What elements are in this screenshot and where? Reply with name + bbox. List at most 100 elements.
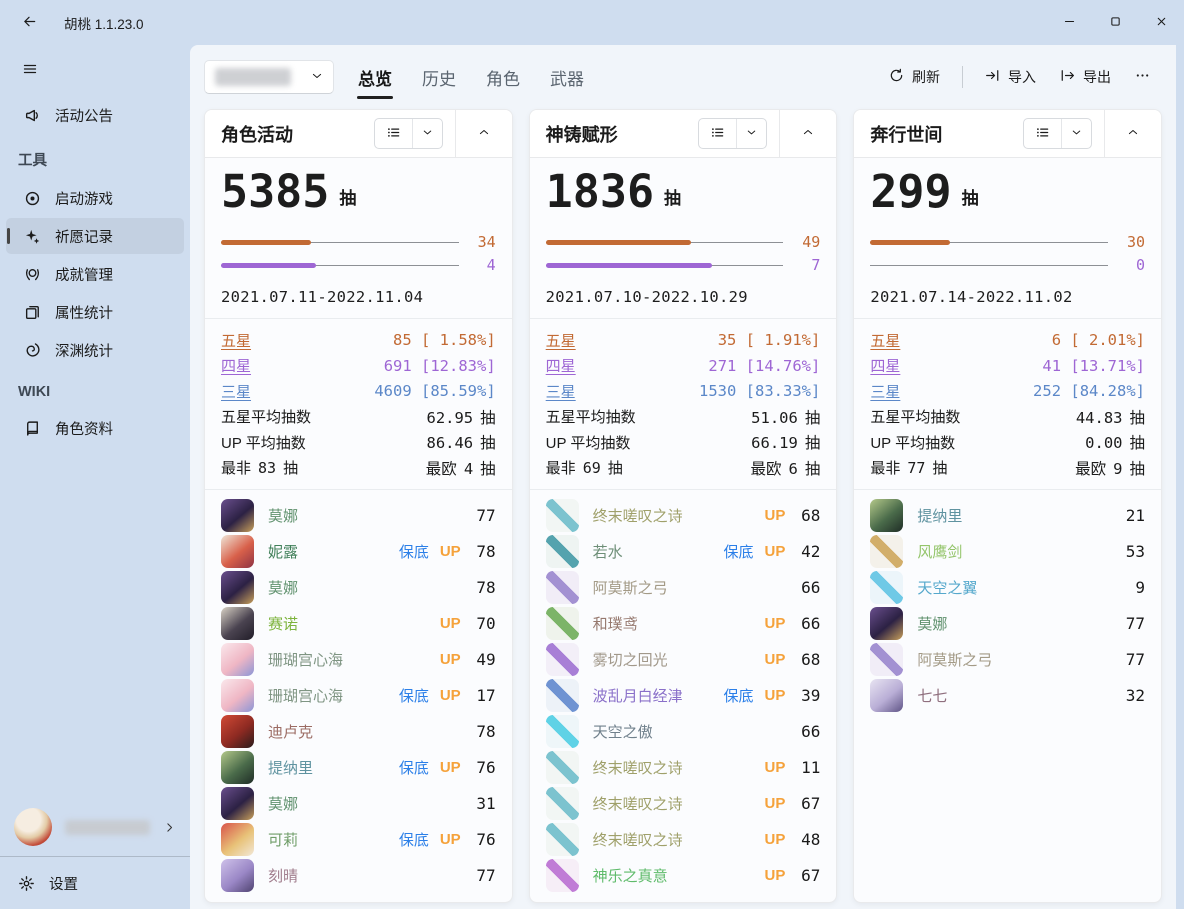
sidebar-item-settings[interactable]: 设置 bbox=[0, 857, 190, 909]
pity-bar-fill bbox=[221, 263, 316, 268]
pull-item-row: 终末嗟叹之诗 UP 48 bbox=[546, 822, 821, 858]
item-name: 莫娜 bbox=[268, 577, 298, 598]
chevron-down-icon bbox=[746, 126, 757, 141]
close-icon bbox=[1155, 15, 1168, 31]
settings-label: 设置 bbox=[49, 873, 78, 894]
up-badge: UP bbox=[765, 507, 786, 524]
five-star-stat-row: 五星 85 [ 1.58%] bbox=[221, 328, 496, 354]
sidebar-item-achievements[interactable]: 成就管理 bbox=[6, 256, 184, 292]
up-badge: UP bbox=[765, 687, 786, 704]
collapse-button[interactable] bbox=[790, 118, 826, 149]
list-view-button[interactable] bbox=[375, 119, 412, 148]
collapse-button[interactable] bbox=[466, 118, 502, 149]
tab-character[interactable]: 角色 bbox=[484, 59, 522, 96]
pull-count: 21 bbox=[1121, 506, 1145, 525]
back-button[interactable] bbox=[10, 7, 48, 39]
back-arrow-icon bbox=[22, 14, 37, 32]
pull-item-row: 和璞鸢 UP 66 bbox=[546, 606, 821, 642]
five-star-link[interactable]: 五星 bbox=[221, 330, 251, 351]
five-star-link[interactable]: 五星 bbox=[870, 330, 900, 351]
item-name: 神乐之真意 bbox=[593, 865, 668, 886]
menu-toggle-button[interactable] bbox=[12, 53, 48, 87]
four-star-pity-bar: 4 bbox=[221, 254, 496, 277]
import-button[interactable]: 导入 bbox=[975, 60, 1046, 94]
four-star-stat-row: 四星 271 [14.76%] bbox=[546, 353, 821, 379]
item-name: 和璞鸢 bbox=[593, 613, 638, 634]
list-mode-split-button[interactable] bbox=[1023, 118, 1092, 149]
worst-pull: 最非77抽 bbox=[870, 457, 947, 478]
close-button[interactable] bbox=[1138, 0, 1184, 45]
pull-history-list[interactable]: 莫娜 77 妮露 保底 UP 78 莫娜 78 赛诺 UP 70 珊瑚 bbox=[205, 489, 512, 902]
item-avatar bbox=[546, 751, 579, 784]
item-name: 赛诺 bbox=[268, 613, 298, 634]
up-badge: UP bbox=[440, 615, 461, 632]
maximize-button[interactable] bbox=[1092, 0, 1138, 45]
sidebar-item-abyss-stats[interactable]: 深渊统计 bbox=[6, 332, 184, 368]
card-weapon-event: 神铸赋形 1836 抽 49 bbox=[529, 109, 838, 903]
uid-selector[interactable] bbox=[204, 60, 334, 94]
summary-section: 1836 抽 49 7 2021.07.10-2022.10.29 bbox=[530, 158, 837, 318]
four-star-link[interactable]: 四星 bbox=[221, 355, 251, 376]
four-star-pity-value: 4 bbox=[468, 256, 496, 274]
item-name: 刻晴 bbox=[268, 865, 298, 886]
list-mode-split-button[interactable] bbox=[374, 118, 443, 149]
pull-item-row: 妮露 保底 UP 78 bbox=[221, 534, 496, 570]
sidebar-nav: 活动公告 工具 启动游戏 祈愿记录 成就管理 属性统计 深渊统计 WIKI 角色… bbox=[0, 95, 190, 448]
user-profile[interactable] bbox=[0, 798, 190, 856]
item-avatar bbox=[870, 643, 903, 676]
sidebar-item-announcements[interactable]: 活动公告 bbox=[6, 97, 184, 133]
chevron-up-icon bbox=[478, 126, 490, 141]
up-badge: UP bbox=[440, 543, 461, 560]
pull-history-list[interactable]: 终末嗟叹之诗 UP 68 若水 保底 UP 42 阿莫斯之弓 66 和璞鸢 UP… bbox=[530, 489, 837, 902]
five-star-link[interactable]: 五星 bbox=[546, 330, 576, 351]
list-mode-split-button[interactable] bbox=[698, 118, 767, 149]
refresh-button[interactable]: 刷新 bbox=[879, 60, 950, 94]
list-mode-dropdown-button[interactable] bbox=[413, 119, 442, 148]
list-view-button[interactable] bbox=[699, 119, 736, 148]
four-star-link[interactable]: 四星 bbox=[546, 355, 576, 376]
import-label: 导入 bbox=[1008, 67, 1036, 87]
tab-weapon[interactable]: 武器 bbox=[548, 59, 586, 96]
item-name: 珊瑚宫心海 bbox=[268, 649, 343, 670]
five-star-pity-value: 49 bbox=[792, 233, 820, 251]
collapse-button[interactable] bbox=[1115, 118, 1151, 149]
four-star-pity-value: 0 bbox=[1117, 256, 1145, 274]
guarantee-badge: 保底 bbox=[399, 829, 429, 850]
avg-up-row: UP 平均抽数 86.46抽 bbox=[221, 430, 496, 456]
more-button[interactable] bbox=[1125, 61, 1160, 93]
item-avatar bbox=[221, 607, 254, 640]
pull-count: 78 bbox=[472, 722, 496, 741]
user-avatar bbox=[14, 808, 52, 846]
tab-overview[interactable]: 总览 bbox=[356, 59, 394, 96]
more-icon bbox=[1135, 68, 1150, 86]
four-star-link[interactable]: 四星 bbox=[870, 355, 900, 376]
worst-pull: 最非83抽 bbox=[221, 457, 298, 478]
sidebar-item-launch-game[interactable]: 启动游戏 bbox=[6, 180, 184, 216]
sidebar-item-character-wiki[interactable]: 角色资料 bbox=[6, 410, 184, 446]
list-mode-dropdown-button[interactable] bbox=[1062, 119, 1091, 148]
banner-cards: 角色活动 5385 抽 34 bbox=[190, 109, 1176, 909]
minimize-button[interactable] bbox=[1046, 0, 1092, 45]
guarantee-badge: 保底 bbox=[399, 685, 429, 706]
sidebar-item-attribute-stats[interactable]: 属性统计 bbox=[6, 294, 184, 330]
worst-best-row: 最非77抽 最欧9抽 bbox=[870, 455, 1145, 481]
export-button[interactable]: 导出 bbox=[1050, 60, 1121, 94]
worst-best-row: 最非69抽 最欧6抽 bbox=[546, 455, 821, 481]
sidebar-item-wish-records[interactable]: 祈愿记录 bbox=[6, 218, 184, 254]
item-avatar bbox=[221, 859, 254, 892]
three-star-link[interactable]: 三星 bbox=[870, 381, 900, 402]
sidebar-section-header: 工具 bbox=[0, 135, 190, 178]
three-star-link[interactable]: 三星 bbox=[221, 381, 251, 402]
laurel-icon bbox=[24, 266, 41, 283]
item-avatar bbox=[546, 787, 579, 820]
list-view-button[interactable] bbox=[1024, 119, 1061, 148]
tab-history[interactable]: 历史 bbox=[420, 59, 458, 96]
item-avatar bbox=[870, 571, 903, 604]
list-mode-dropdown-button[interactable] bbox=[737, 119, 766, 148]
pull-history-list[interactable]: 提纳里 21 风鹰剑 53 天空之翼 9 莫娜 77 阿莫斯之弓 bbox=[854, 489, 1161, 722]
summary-section: 5385 抽 34 4 2021.07.11-2022.11.04 bbox=[205, 158, 512, 318]
item-avatar bbox=[221, 787, 254, 820]
guarantee-badge: 保底 bbox=[723, 685, 753, 706]
pull-item-row: 赛诺 UP 70 bbox=[221, 606, 496, 642]
three-star-link[interactable]: 三星 bbox=[546, 381, 576, 402]
